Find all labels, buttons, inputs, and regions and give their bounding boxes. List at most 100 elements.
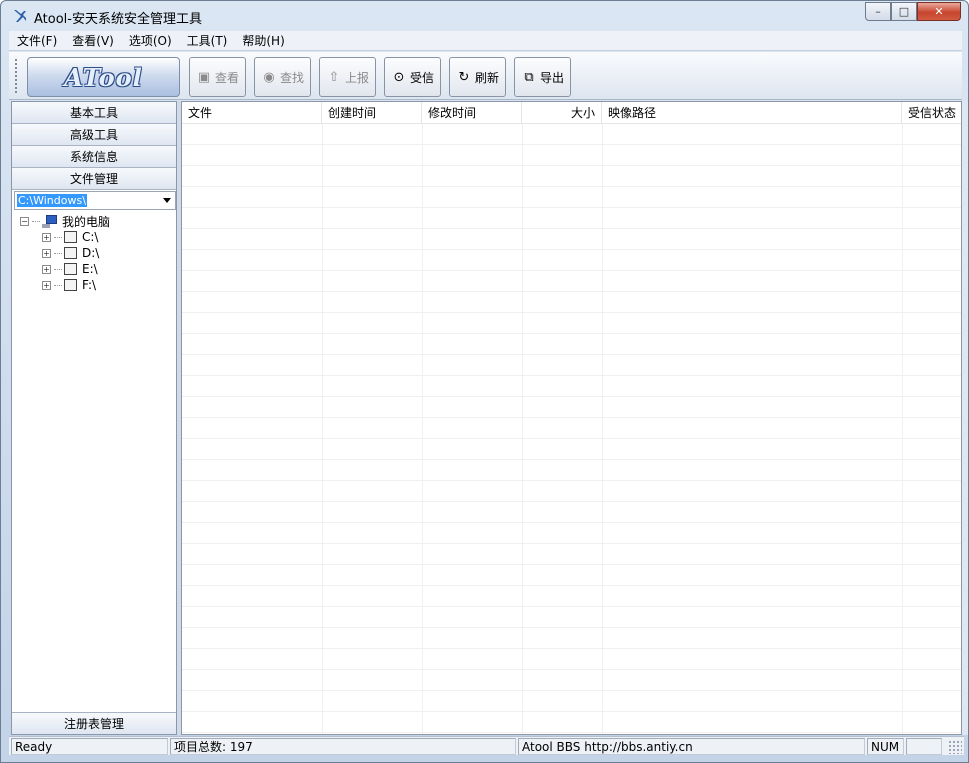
expand-icon[interactable]: + bbox=[42, 232, 51, 242]
trust-button-label: 受信 bbox=[409, 70, 434, 85]
find-icon: ◉ bbox=[263, 69, 275, 85]
grid-column-line bbox=[322, 124, 323, 734]
grid-row bbox=[182, 355, 961, 376]
nav-advanced-tools[interactable]: 高级工具 bbox=[12, 124, 176, 146]
maximize-icon: □ bbox=[898, 5, 910, 18]
maximize-button[interactable]: □ bbox=[891, 2, 917, 21]
column-header-created[interactable]: 创建时间 bbox=[322, 102, 422, 124]
export-button[interactable]: ⧉ 导出 bbox=[514, 57, 571, 97]
expand-icon[interactable]: + bbox=[42, 280, 51, 290]
export-button-label: 导出 bbox=[539, 70, 564, 85]
drive-icon bbox=[64, 263, 77, 275]
tree-node-drive-d[interactable]: + D:\ bbox=[20, 245, 110, 261]
grid-row bbox=[182, 187, 961, 208]
grid-row bbox=[182, 712, 961, 733]
grid-row bbox=[182, 439, 961, 460]
status-bbs-link[interactable]: Atool BBS http://bbs.antiy.cn bbox=[518, 738, 865, 755]
grid-row bbox=[182, 691, 961, 712]
atool-logo: ATool bbox=[27, 57, 180, 97]
atool-app-icon bbox=[14, 10, 26, 22]
expand-icon[interactable]: + bbox=[42, 264, 51, 274]
grid-row bbox=[182, 649, 961, 670]
tree-line bbox=[32, 220, 40, 222]
status-num-lock: NUM bbox=[867, 738, 904, 755]
grid-column-line bbox=[422, 124, 423, 734]
path-select-value: C:\Windows\ bbox=[17, 194, 87, 207]
refresh-button[interactable]: ↻ 刷新 bbox=[449, 57, 506, 97]
tree-node-label: C:\ bbox=[82, 230, 99, 244]
menu-view[interactable]: 查看(V) bbox=[64, 32, 121, 49]
grid-column-line bbox=[902, 124, 903, 734]
view-button-label: 查看 bbox=[214, 70, 239, 85]
right-edge bbox=[962, 101, 968, 735]
minimize-button[interactable]: – bbox=[865, 2, 891, 21]
grid-row bbox=[182, 418, 961, 439]
column-header-file[interactable]: 文件 bbox=[182, 102, 322, 124]
toolbar-grip[interactable] bbox=[14, 58, 18, 94]
file-list-header: 文件 创建时间 修改时间 大小 映像路径 受信状态 bbox=[182, 102, 961, 124]
tree-node-drive-c[interactable]: + C:\ bbox=[20, 229, 110, 245]
column-header-size[interactable]: 大小 bbox=[522, 102, 602, 124]
grid-row bbox=[182, 628, 961, 649]
app-window: Atool-安天系统安全管理工具 – □ ✕ 文件(F) 查看(V) 选项(O)… bbox=[0, 0, 969, 763]
tree-node-my-computer[interactable]: − 我的电脑 bbox=[20, 213, 110, 229]
file-list: 文件 创建时间 修改时间 大小 映像路径 受信状态 bbox=[181, 101, 962, 735]
nav-system-info[interactable]: 系统信息 bbox=[12, 146, 176, 168]
window-title: Atool-安天系统安全管理工具 bbox=[34, 12, 202, 27]
menu-options[interactable]: 选项(O) bbox=[121, 32, 179, 49]
menu-help[interactable]: 帮助(H) bbox=[234, 32, 291, 49]
grid-row bbox=[182, 250, 961, 271]
tree-line bbox=[54, 284, 62, 286]
nav-file-management[interactable]: 文件管理 bbox=[12, 168, 176, 190]
toolbar: ATool ▣ 查看 ◉ 查找 ⇧ 上报 ⊙ 受信 ↻ 刷新 ⧉ 导出 bbox=[9, 52, 962, 100]
grid-column-line bbox=[522, 124, 523, 734]
tree-line bbox=[54, 252, 62, 254]
upload-icon: ⇧ bbox=[328, 69, 340, 85]
upload-button-label: 上报 bbox=[344, 70, 369, 85]
title-bar[interactable]: Atool-安天系统安全管理工具 – □ ✕ bbox=[1, 1, 968, 31]
grid-row bbox=[182, 523, 961, 544]
grid-row bbox=[182, 271, 961, 292]
computer-icon bbox=[42, 214, 58, 228]
grid-row bbox=[182, 670, 961, 691]
minimize-icon: – bbox=[875, 5, 881, 18]
drive-icon bbox=[64, 279, 77, 291]
refresh-icon: ↻ bbox=[458, 69, 470, 85]
grid-row bbox=[182, 166, 961, 187]
nav-basic-tools[interactable]: 基本工具 bbox=[12, 102, 176, 124]
grid-row bbox=[182, 460, 961, 481]
menu-tools[interactable]: 工具(T) bbox=[179, 32, 235, 49]
resize-grip-icon[interactable] bbox=[948, 740, 962, 754]
upload-button[interactable]: ⇧ 上报 bbox=[319, 57, 376, 97]
status-ready: Ready bbox=[11, 738, 168, 755]
trust-button[interactable]: ⊙ 受信 bbox=[384, 57, 441, 97]
view-icon: ▣ bbox=[197, 69, 211, 85]
tree-node-drive-f[interactable]: + F:\ bbox=[20, 277, 110, 293]
view-button[interactable]: ▣ 查看 bbox=[189, 57, 246, 97]
tree-node-drive-e[interactable]: + E:\ bbox=[20, 261, 110, 277]
column-header-image-path[interactable]: 映像路径 bbox=[602, 102, 902, 124]
column-header-modified[interactable]: 修改时间 bbox=[422, 102, 522, 124]
trust-icon: ⊙ bbox=[393, 69, 405, 85]
tree-node-label: E:\ bbox=[82, 262, 98, 276]
grid-row bbox=[182, 586, 961, 607]
dropdown-arrow-icon[interactable] bbox=[163, 198, 171, 203]
path-select[interactable]: C:\Windows\ bbox=[14, 191, 176, 210]
grid-row bbox=[182, 565, 961, 586]
close-icon: ✕ bbox=[934, 5, 944, 18]
grid-column-line bbox=[602, 124, 603, 734]
find-button[interactable]: ◉ 查找 bbox=[254, 57, 311, 97]
status-item-count: 项目总数: 197 bbox=[170, 738, 516, 755]
expand-icon[interactable]: + bbox=[42, 248, 51, 258]
column-header-trust-status[interactable]: 受信状态 bbox=[902, 102, 961, 124]
tree-line bbox=[54, 268, 62, 270]
collapse-icon[interactable]: − bbox=[20, 216, 29, 226]
close-button[interactable]: ✕ bbox=[917, 2, 961, 21]
grid-row bbox=[182, 334, 961, 355]
grid-row bbox=[182, 313, 961, 334]
grid-row bbox=[182, 208, 961, 229]
grid-row bbox=[182, 607, 961, 628]
menu-file[interactable]: 文件(F) bbox=[9, 32, 64, 49]
nav-registry-management[interactable]: 注册表管理 bbox=[12, 712, 176, 734]
drive-icon bbox=[64, 231, 77, 243]
